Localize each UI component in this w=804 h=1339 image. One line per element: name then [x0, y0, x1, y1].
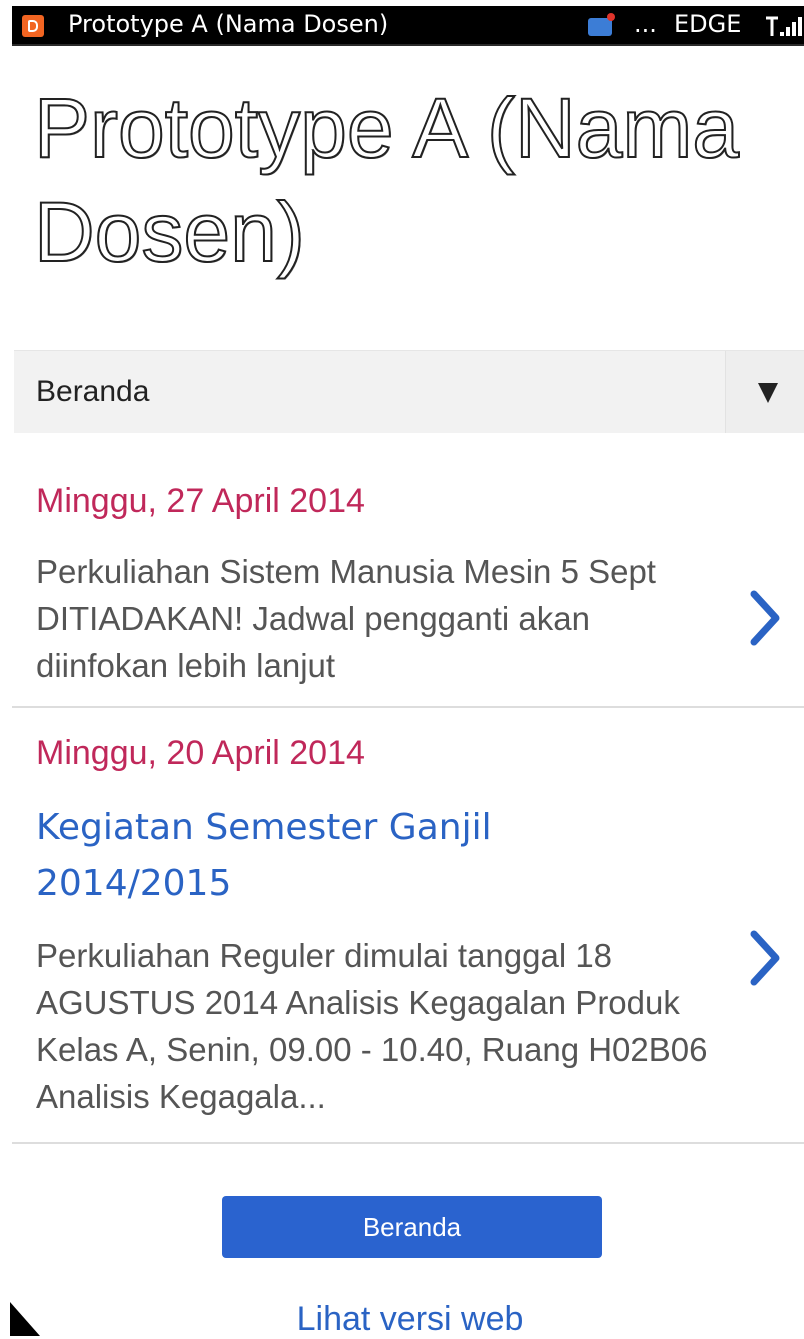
nav-selected-label: Beranda	[36, 375, 150, 408]
chevron-right-icon[interactable]	[748, 930, 782, 986]
signal-strength-icon	[766, 16, 802, 36]
status-bar: Prototype A (Nama Dosen) ... EDGE	[12, 6, 804, 46]
home-button[interactable]: Beranda	[222, 1196, 602, 1258]
page-nav-select[interactable]: Beranda	[14, 350, 804, 433]
dropdown-arrow-icon	[758, 383, 778, 403]
post-list-item[interactable]: Minggu, 27 April 2014 Perkuliahan Sistem…	[12, 470, 804, 708]
blog-title[interactable]: Prototype A (Nama Dosen)	[33, 76, 794, 284]
post-title-link[interactable]: Kegiatan Semester Ganjil 2014/2015	[36, 800, 676, 912]
chevron-right-icon[interactable]	[748, 590, 782, 646]
post-list-item[interactable]: Minggu, 20 April 2014 Kegiatan Semester …	[12, 722, 804, 1144]
status-app-title: Prototype A (Nama Dosen)	[68, 10, 389, 38]
dropdown-arrow-button[interactable]	[725, 351, 804, 433]
blogger-icon	[22, 15, 44, 37]
post-date: Minggu, 20 April 2014	[36, 734, 365, 772]
post-snippet: Perkuliahan Reguler dimulai tanggal 18 A…	[36, 937, 708, 1115]
network-type-label: EDGE	[674, 10, 742, 38]
cursor-pointer-icon	[10, 1302, 40, 1336]
message-notification-icon	[588, 13, 615, 36]
status-ellipsis: ...	[634, 10, 657, 38]
post-snippet: Perkuliahan Sistem Manusia Mesin 5 Sept …	[36, 553, 656, 684]
web-version-link[interactable]: Lihat versi web	[0, 1300, 804, 1339]
post-date: Minggu, 27 April 2014	[36, 482, 365, 520]
